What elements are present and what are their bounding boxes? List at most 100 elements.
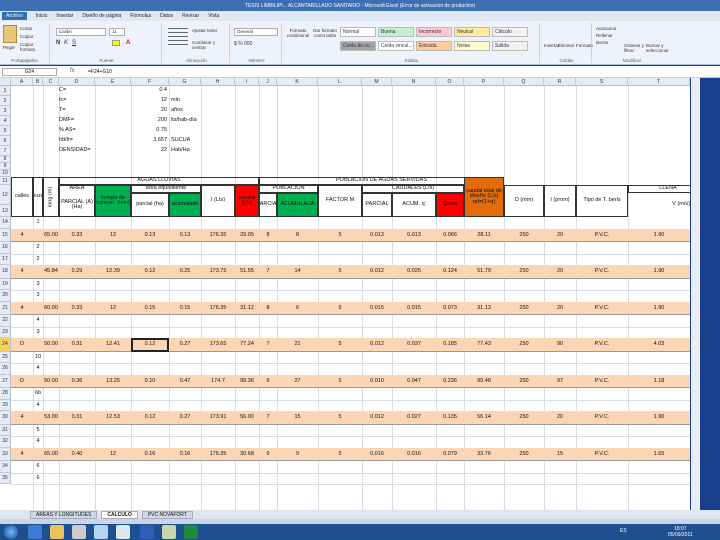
cell-27-d[interactable]: 50.00 bbox=[43, 375, 59, 389]
cell-33-i[interactable]: 176.35 bbox=[201, 448, 235, 462]
cell-style-6[interactable]: Celda vincul... bbox=[378, 41, 414, 51]
cell-33-a[interactable]: 4 bbox=[11, 448, 33, 462]
cell-27-e[interactable]: 0.36 bbox=[59, 375, 95, 389]
cell-21-q[interactable]: 31.13 bbox=[464, 302, 504, 316]
col-header-T[interactable]: T bbox=[628, 78, 690, 86]
function-icon[interactable]: fx bbox=[70, 68, 75, 74]
col-header-E[interactable]: E bbox=[95, 78, 131, 86]
cell-27-q[interactable]: 99.48 bbox=[464, 375, 504, 389]
cell-style-4[interactable]: Cálculo bbox=[492, 27, 528, 37]
col-header-Q[interactable]: Q bbox=[504, 78, 544, 86]
currency-icon[interactable]: $ % 000 bbox=[234, 41, 252, 47]
cell-18-s[interactable]: 20 bbox=[544, 265, 576, 279]
cell-24-q[interactable]: 77.43 bbox=[464, 338, 504, 352]
cell-30-o[interactable]: 0.027 bbox=[392, 411, 436, 425]
cell-21-t[interactable]: P.V.C. bbox=[576, 302, 628, 316]
format-painter-button[interactable]: Copiar formato bbox=[20, 42, 49, 52]
cell-15-u[interactable]: 1.90 bbox=[628, 229, 690, 243]
col-header-J[interactable]: J bbox=[259, 78, 277, 86]
cell-18-n2[interactable]: 0.012 bbox=[362, 265, 392, 279]
delete-cells-button[interactable]: Eliminar bbox=[558, 43, 574, 48]
cell-27-t[interactable]: P.V.C. bbox=[576, 375, 628, 389]
col-header-O[interactable]: O bbox=[436, 78, 464, 86]
cell-29-b[interactable]: 4 bbox=[33, 400, 43, 412]
cell-15-p[interactable]: 0.066 bbox=[436, 229, 464, 243]
cell-17-b[interactable]: 2 bbox=[33, 254, 43, 266]
cell-21-k[interactable]: 8 bbox=[259, 302, 277, 316]
cell-30-r[interactable]: 250 bbox=[504, 411, 544, 425]
autosum-button[interactable]: Autosuma bbox=[596, 26, 616, 31]
cell-28-b[interactable]: 6b bbox=[33, 388, 43, 400]
tab-2[interactable]: Insertar bbox=[56, 13, 73, 19]
col-header-B[interactable]: B bbox=[33, 78, 43, 86]
cell-33-l[interactable]: 9 bbox=[277, 448, 318, 462]
cell-33-t[interactable]: P.V.C. bbox=[576, 448, 628, 462]
cell-style-0[interactable]: Normal bbox=[340, 27, 376, 37]
app-icon-2[interactable] bbox=[116, 525, 130, 539]
cell-33-u[interactable]: 1.65 bbox=[628, 448, 690, 462]
cell-21-f[interactable]: 12 bbox=[95, 302, 131, 316]
tab-0[interactable]: Archivo bbox=[2, 12, 27, 20]
row-header-23[interactable]: 23 bbox=[0, 326, 11, 338]
cell-15-h[interactable]: 0.13 bbox=[169, 229, 201, 243]
cell-21-n2[interactable]: 0.015 bbox=[362, 302, 392, 316]
cell-24-h[interactable]: 0.27 bbox=[169, 338, 201, 352]
cell-30-e[interactable]: 0.31 bbox=[59, 411, 95, 425]
row-header-26[interactable]: 26 bbox=[0, 363, 11, 375]
cell-18-f[interactable]: 12.39 bbox=[95, 265, 131, 279]
cell-30-g[interactable]: 0.12 bbox=[131, 411, 169, 425]
cell-24-j[interactable]: 77.24 bbox=[235, 338, 259, 352]
cell-15-a[interactable]: 4 bbox=[11, 229, 33, 243]
row-header-6[interactable]: 6 bbox=[0, 136, 11, 146]
tab-4[interactable]: Fórmulas bbox=[130, 13, 151, 19]
app-icon-3[interactable] bbox=[162, 525, 176, 539]
cell-33-o[interactable]: 0.016 bbox=[392, 448, 436, 462]
cell-18-i[interactable]: 173.75 bbox=[201, 265, 235, 279]
row-header-31[interactable]: 31 bbox=[0, 424, 11, 436]
cell-21-j[interactable]: 31.12 bbox=[235, 302, 259, 316]
cell-24-n2[interactable]: 0.012 bbox=[362, 338, 392, 352]
italic-button[interactable]: K bbox=[64, 40, 68, 46]
row-header-24[interactable]: 24 bbox=[0, 338, 11, 352]
table-format-button[interactable]: Dar formato como tabla bbox=[312, 28, 338, 38]
cell-30-s[interactable]: 20 bbox=[544, 411, 576, 425]
row-header-27[interactable]: 27 bbox=[0, 374, 11, 388]
cell-18-e[interactable]: 0.29 bbox=[59, 265, 95, 279]
row-header-4[interactable]: 4 bbox=[0, 116, 11, 126]
cell-33-d[interactable]: 65.00 bbox=[43, 448, 59, 462]
cell-27-p[interactable]: 0.236 bbox=[436, 375, 464, 389]
cell-18-q[interactable]: 51.79 bbox=[464, 265, 504, 279]
cell-21-p[interactable]: 0.073 bbox=[436, 302, 464, 316]
cell-15-t[interactable]: P.V.C. bbox=[576, 229, 628, 243]
cell-27-l[interactable]: 27 bbox=[277, 375, 318, 389]
col-header-I[interactable]: I bbox=[235, 78, 259, 86]
cell-30-a[interactable]: 4 bbox=[11, 411, 33, 425]
cell-27-a[interactable]: D bbox=[11, 375, 33, 389]
format-cells-button[interactable]: Formato bbox=[576, 43, 593, 48]
cell-15-j[interactable]: 29.05 bbox=[235, 229, 259, 243]
col-header-M[interactable]: M bbox=[362, 78, 392, 86]
cell-34-b[interactable]: 6 bbox=[33, 461, 43, 473]
cell-18-m[interactable]: 5 bbox=[318, 265, 362, 279]
col-header-C[interactable]: C bbox=[43, 78, 59, 86]
cell-21-s[interactable]: 20 bbox=[544, 302, 576, 316]
cell-21-o[interactable]: 0.015 bbox=[392, 302, 436, 316]
col-header-P[interactable]: P bbox=[464, 78, 504, 86]
cell-22-b[interactable]: 4 bbox=[33, 315, 43, 327]
cell-27-i[interactable]: 174.7 bbox=[201, 375, 235, 389]
cell-33-q[interactable]: 33.76 bbox=[464, 448, 504, 462]
row-header-11[interactable]: 11 bbox=[0, 177, 11, 185]
cell-30-p[interactable]: 0.135 bbox=[436, 411, 464, 425]
cell-style-1[interactable]: Buena bbox=[378, 27, 414, 37]
cell-27-k[interactable]: 6 bbox=[259, 375, 277, 389]
cell-26-c[interactable]: 4 bbox=[33, 363, 43, 375]
cell-33-h[interactable]: 0.16 bbox=[169, 448, 201, 462]
insert-cells-button[interactable]: Insertar bbox=[544, 43, 559, 48]
cell-23-b[interactable]: 3 bbox=[33, 327, 43, 339]
cell-30-t[interactable]: P.V.C. bbox=[576, 411, 628, 425]
tab-7[interactable]: Vista bbox=[208, 13, 219, 19]
row-header-18[interactable]: 18 bbox=[0, 265, 11, 279]
row-header-34[interactable]: 34 bbox=[0, 461, 11, 473]
col-header-D[interactable]: D bbox=[59, 78, 95, 86]
cell-18-a[interactable]: 4 bbox=[11, 265, 33, 279]
